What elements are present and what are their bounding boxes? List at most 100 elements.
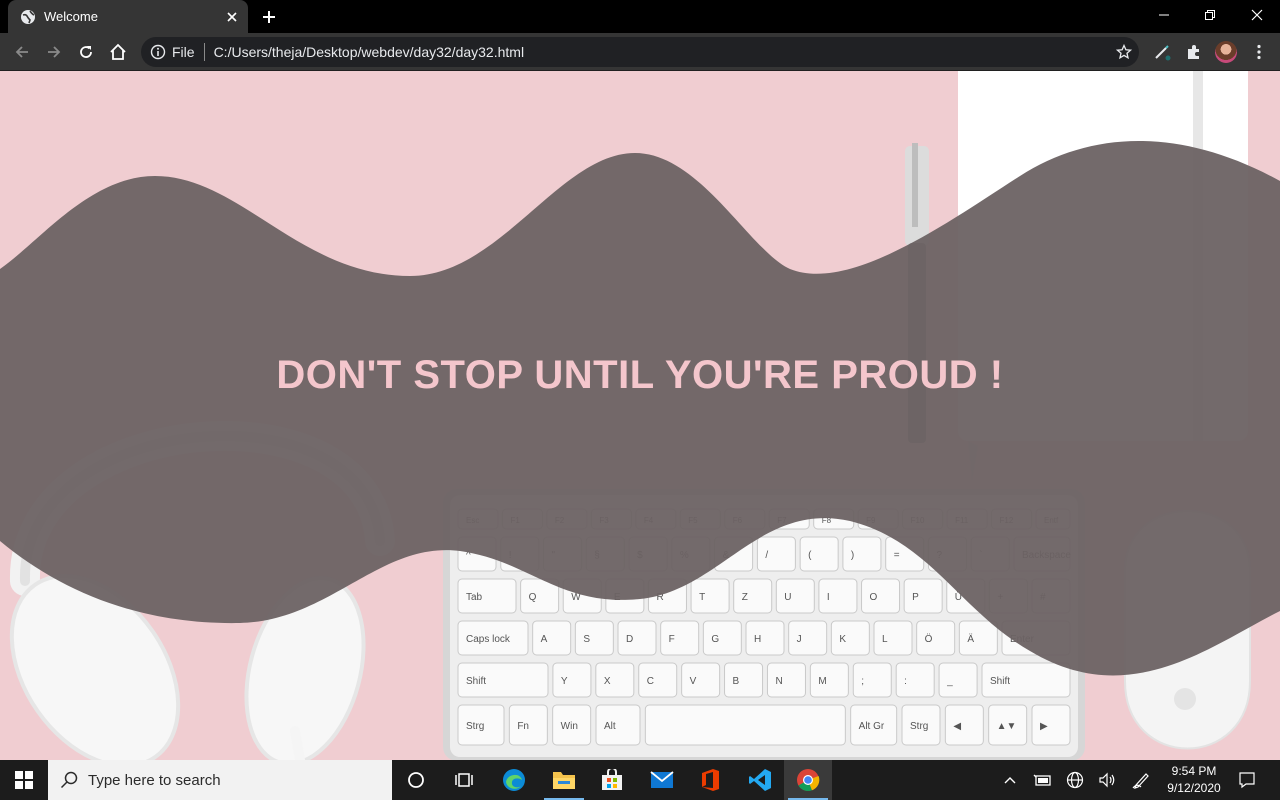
clock-date: 9/12/2020 <box>1167 781 1221 795</box>
office-icon[interactable] <box>686 760 734 800</box>
keyboard-key-label: Y <box>561 676 568 687</box>
keyboard-key <box>944 704 984 746</box>
close-window-button[interactable] <box>1234 0 1280 30</box>
menu-kebab-icon[interactable] <box>1245 38 1273 66</box>
network-globe-icon[interactable] <box>1062 760 1088 800</box>
keyboard-key-label: M <box>818 676 826 687</box>
keyboard-key-label: A <box>541 634 548 645</box>
keyboard-key-label: H <box>754 634 761 645</box>
globe-icon <box>20 9 36 25</box>
file-explorer-icon[interactable] <box>540 760 588 800</box>
keyboard-key <box>873 620 913 656</box>
extensions-icon[interactable] <box>1180 38 1208 66</box>
keyboard-key <box>938 662 978 698</box>
volume-icon[interactable] <box>1094 760 1120 800</box>
keyboard-key-label: Shift <box>990 676 1010 687</box>
task-view-icon[interactable] <box>440 760 488 800</box>
keyboard-key <box>895 662 935 698</box>
keyboard-key <box>788 620 828 656</box>
keyboard-key-label: T <box>699 592 705 603</box>
keyboard-key <box>745 620 785 656</box>
keyboard-key-label: U <box>784 592 791 603</box>
address-bar[interactable]: File C:/Users/theja/Desktop/webdev/day32… <box>141 37 1139 67</box>
browser-tab-strip: Welcome <box>0 0 1280 33</box>
mail-icon[interactable] <box>638 760 686 800</box>
keyboard-key-label: I <box>827 592 830 603</box>
keyboard-key <box>766 662 806 698</box>
keyboard-key-label: P <box>912 592 919 603</box>
keyboard-key <box>617 620 657 656</box>
store-icon[interactable] <box>588 760 636 800</box>
info-icon[interactable] <box>150 44 166 60</box>
home-button[interactable] <box>104 38 132 66</box>
keyboard-key <box>830 620 870 656</box>
notifications-icon[interactable] <box>1234 760 1260 800</box>
taskbar-clock[interactable]: 9:54 PM 9/12/2020 <box>1158 763 1230 797</box>
taskbar-search-box[interactable]: Type here to search <box>48 760 392 800</box>
reload-button[interactable] <box>72 38 100 66</box>
keyboard-key-label: Alt <box>604 721 616 732</box>
keyboard-key <box>681 662 721 698</box>
keyboard-key <box>733 578 773 614</box>
keyboard-key-label: Shift <box>466 676 486 687</box>
keyboard-key-label: Caps lock <box>466 634 511 645</box>
keyboard-key-label: D <box>626 634 633 645</box>
keyboard-key-label: ◀ <box>953 721 961 732</box>
keyboard-key-label: Ä <box>967 633 974 645</box>
keyboard-key <box>809 662 849 698</box>
keyboard-key <box>756 536 796 572</box>
keyboard-key-label: Alt Gr <box>859 721 885 732</box>
keyboard-key <box>644 704 846 746</box>
keyboard-key-label: G <box>711 634 719 645</box>
keyboard-key <box>595 704 641 746</box>
page-viewport: EscF1F2F3F4F5F6F7F8F9F10F11F12Entf^!"§$%… <box>0 71 1280 760</box>
windows-start-button[interactable] <box>0 760 48 800</box>
keyboard-key <box>702 620 742 656</box>
keyboard-key-label: ▶ <box>1040 721 1048 732</box>
wave-overlay <box>0 141 1280 676</box>
keyboard-key <box>724 662 764 698</box>
pen-workspace-icon[interactable] <box>1128 760 1156 800</box>
windows-taskbar: Type here to search 9:54 PM 9/12/2020 <box>0 760 1280 800</box>
forward-button[interactable] <box>40 38 68 66</box>
keyboard-key-label: : <box>904 676 907 687</box>
keyboard-key <box>690 578 730 614</box>
keyboard-key-label: X <box>604 676 611 687</box>
keyboard-key <box>532 620 572 656</box>
keyboard-key-label: J <box>797 634 802 645</box>
bookmark-star-icon[interactable] <box>1109 37 1139 67</box>
profile-avatar[interactable] <box>1215 41 1237 63</box>
keyboard-key-label: Strg <box>910 721 928 732</box>
edge-icon[interactable] <box>490 760 538 800</box>
keyboard-key-label: K <box>839 634 846 645</box>
search-icon <box>60 771 78 789</box>
chrome-icon[interactable] <box>784 760 832 800</box>
keyboard-key-label: Tab <box>466 592 483 603</box>
url-text[interactable]: C:/Users/theja/Desktop/webdev/day32/day3… <box>214 44 1109 60</box>
keyboard-key-label: Ö <box>925 633 933 645</box>
pen-extension-icon[interactable] <box>1148 38 1176 66</box>
show-hidden-icons-chevron-icon[interactable] <box>998 760 1022 800</box>
keyboard-key <box>638 662 678 698</box>
keyboard-key <box>916 620 956 656</box>
back-button[interactable] <box>8 38 36 66</box>
keyboard-key <box>595 662 635 698</box>
keyboard-key-label: Strg <box>466 721 484 732</box>
battery-icon[interactable] <box>1030 760 1056 800</box>
cortana-icon[interactable] <box>392 760 440 800</box>
new-tab-button[interactable] <box>258 7 280 27</box>
minimize-button[interactable] <box>1141 0 1187 30</box>
keyboard-key <box>775 578 815 614</box>
browser-tab[interactable]: Welcome <box>8 0 248 33</box>
close-tab-icon[interactable] <box>224 9 240 25</box>
restore-button[interactable] <box>1187 0 1233 30</box>
keyboard-key-label: O <box>870 592 878 603</box>
keyboard-key <box>574 620 614 656</box>
keyboard-key <box>660 620 700 656</box>
keyboard-key-label: N <box>775 676 782 687</box>
keyboard-key <box>552 662 592 698</box>
vscode-icon[interactable] <box>736 760 784 800</box>
keyboard-key-label: = <box>894 550 900 561</box>
keyboard-key <box>799 536 839 572</box>
keyboard-key <box>861 578 901 614</box>
